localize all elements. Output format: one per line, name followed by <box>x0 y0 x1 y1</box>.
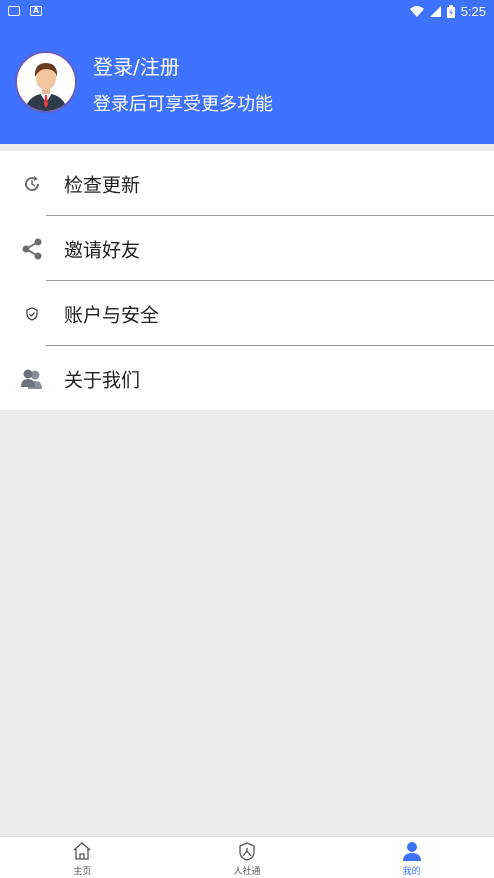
login-register-title[interactable]: 登录/注册 <box>93 51 180 80</box>
status-time: 5:25 <box>460 3 486 19</box>
nav-label: 人社通 <box>233 867 261 877</box>
wifi-icon <box>409 5 424 17</box>
message-icon <box>8 6 20 16</box>
nav-item-home[interactable]: 主页 <box>0 837 165 878</box>
bottom-nav: 主页 人社通 我的 <box>0 836 494 878</box>
shield-person-icon <box>236 841 258 861</box>
refresh-icon <box>20 172 44 196</box>
app-a-icon: A <box>30 6 42 16</box>
signal-icon <box>429 5 441 17</box>
menu-item-about-us[interactable]: 关于我们 <box>0 346 494 411</box>
nav-item-renshetong[interactable]: 人社通 <box>165 837 330 878</box>
home-icon <box>71 841 93 861</box>
status-notifications: A <box>8 6 42 16</box>
users-icon <box>20 367 44 391</box>
menu-item-account-security[interactable]: 账户与安全 <box>0 281 494 346</box>
menu-item-invite-friends[interactable]: 邀请好友 <box>0 216 494 281</box>
menu-label: 账户与安全 <box>64 304 160 326</box>
nav-item-mine[interactable]: 我的 <box>329 837 494 878</box>
status-bar: A 5:25 <box>0 0 494 22</box>
menu-label: 邀请好友 <box>64 239 141 261</box>
status-indicators: 5:25 <box>409 3 486 19</box>
avatar[interactable] <box>15 51 77 113</box>
login-subtitle: 登录后可享受更多功能 <box>93 94 273 115</box>
menu-label: 检查更新 <box>64 174 141 196</box>
share-icon <box>20 237 44 261</box>
profile-header[interactable]: 登录/注册 登录后可享受更多功能 <box>0 22 494 144</box>
app-root: A 5:25 登录/注册 登录后可享受更多功能 检查更新 邀请好友 账户与安全 … <box>0 0 494 878</box>
menu-item-check-update[interactable]: 检查更新 <box>0 151 494 216</box>
shield-icon <box>20 302 44 326</box>
nav-label: 主页 <box>73 867 92 877</box>
nav-label: 我的 <box>402 867 421 877</box>
avatar-person-icon <box>17 53 75 111</box>
settings-menu: 检查更新 邀请好友 账户与安全 关于我们 <box>0 151 494 410</box>
person-icon <box>401 841 423 861</box>
battery-icon <box>446 4 455 18</box>
menu-label: 关于我们 <box>64 369 141 391</box>
